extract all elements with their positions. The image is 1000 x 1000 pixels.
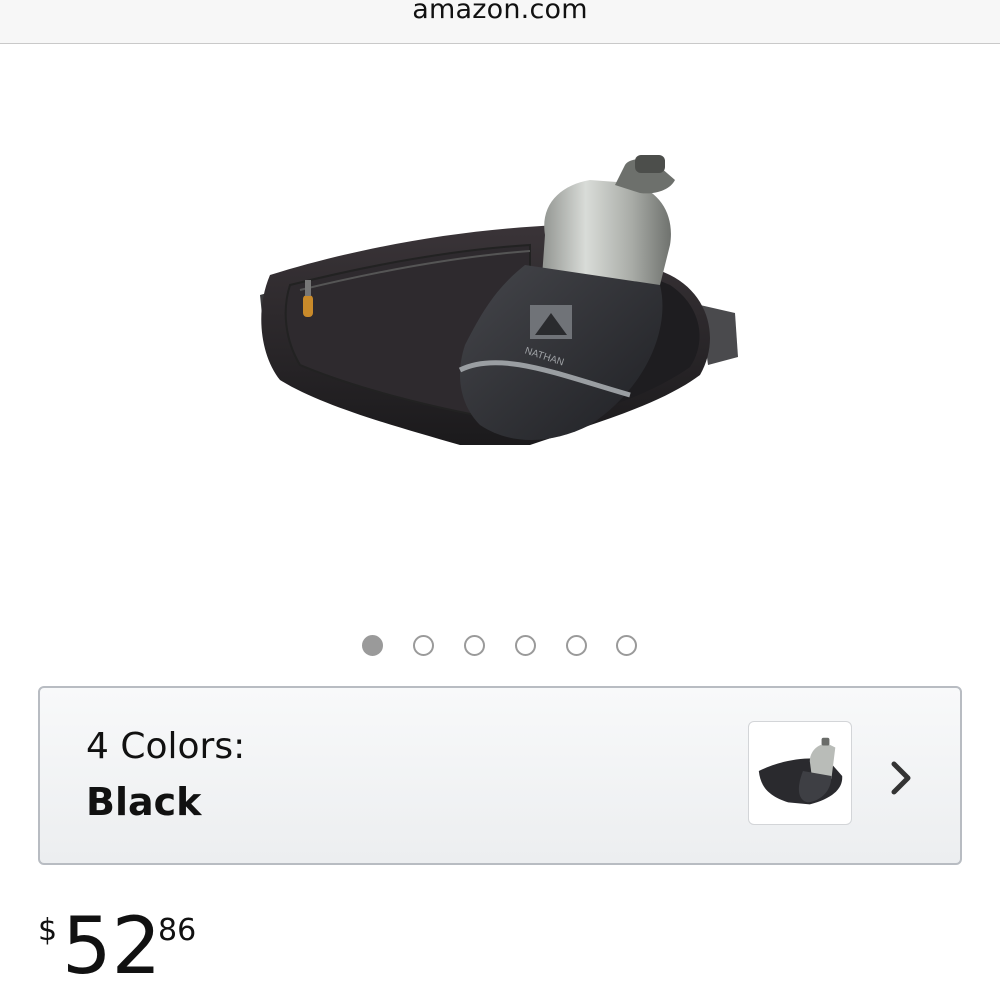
product-image[interactable]: NATHAN bbox=[230, 145, 750, 515]
address-bar[interactable]: amazon.com bbox=[0, 0, 1000, 44]
carousel-dot-2[interactable] bbox=[413, 635, 434, 656]
selected-color-label: Black bbox=[86, 780, 202, 824]
carousel-dot-6[interactable] bbox=[616, 635, 637, 656]
price-currency: $ bbox=[38, 913, 58, 948]
price-fraction: 86 bbox=[158, 913, 197, 948]
colors-count-label: 4 Colors: bbox=[86, 726, 246, 767]
url-text[interactable]: amazon.com bbox=[0, 0, 1000, 25]
color-thumbnail[interactable] bbox=[748, 721, 852, 825]
image-carousel-dots bbox=[360, 635, 650, 661]
price-whole: 52 bbox=[62, 902, 162, 992]
carousel-dot-1[interactable] bbox=[362, 635, 383, 656]
carousel-dot-3[interactable] bbox=[464, 635, 485, 656]
carousel-dot-4[interactable] bbox=[515, 635, 536, 656]
color-selector[interactable]: 4 Colors: Black bbox=[38, 686, 962, 865]
product-page: amazon.com NATHAN 4 Colors: Black $ 52 8… bbox=[0, 0, 1000, 1000]
carousel-dot-5[interactable] bbox=[566, 635, 587, 656]
chevron-right-icon bbox=[891, 761, 911, 795]
